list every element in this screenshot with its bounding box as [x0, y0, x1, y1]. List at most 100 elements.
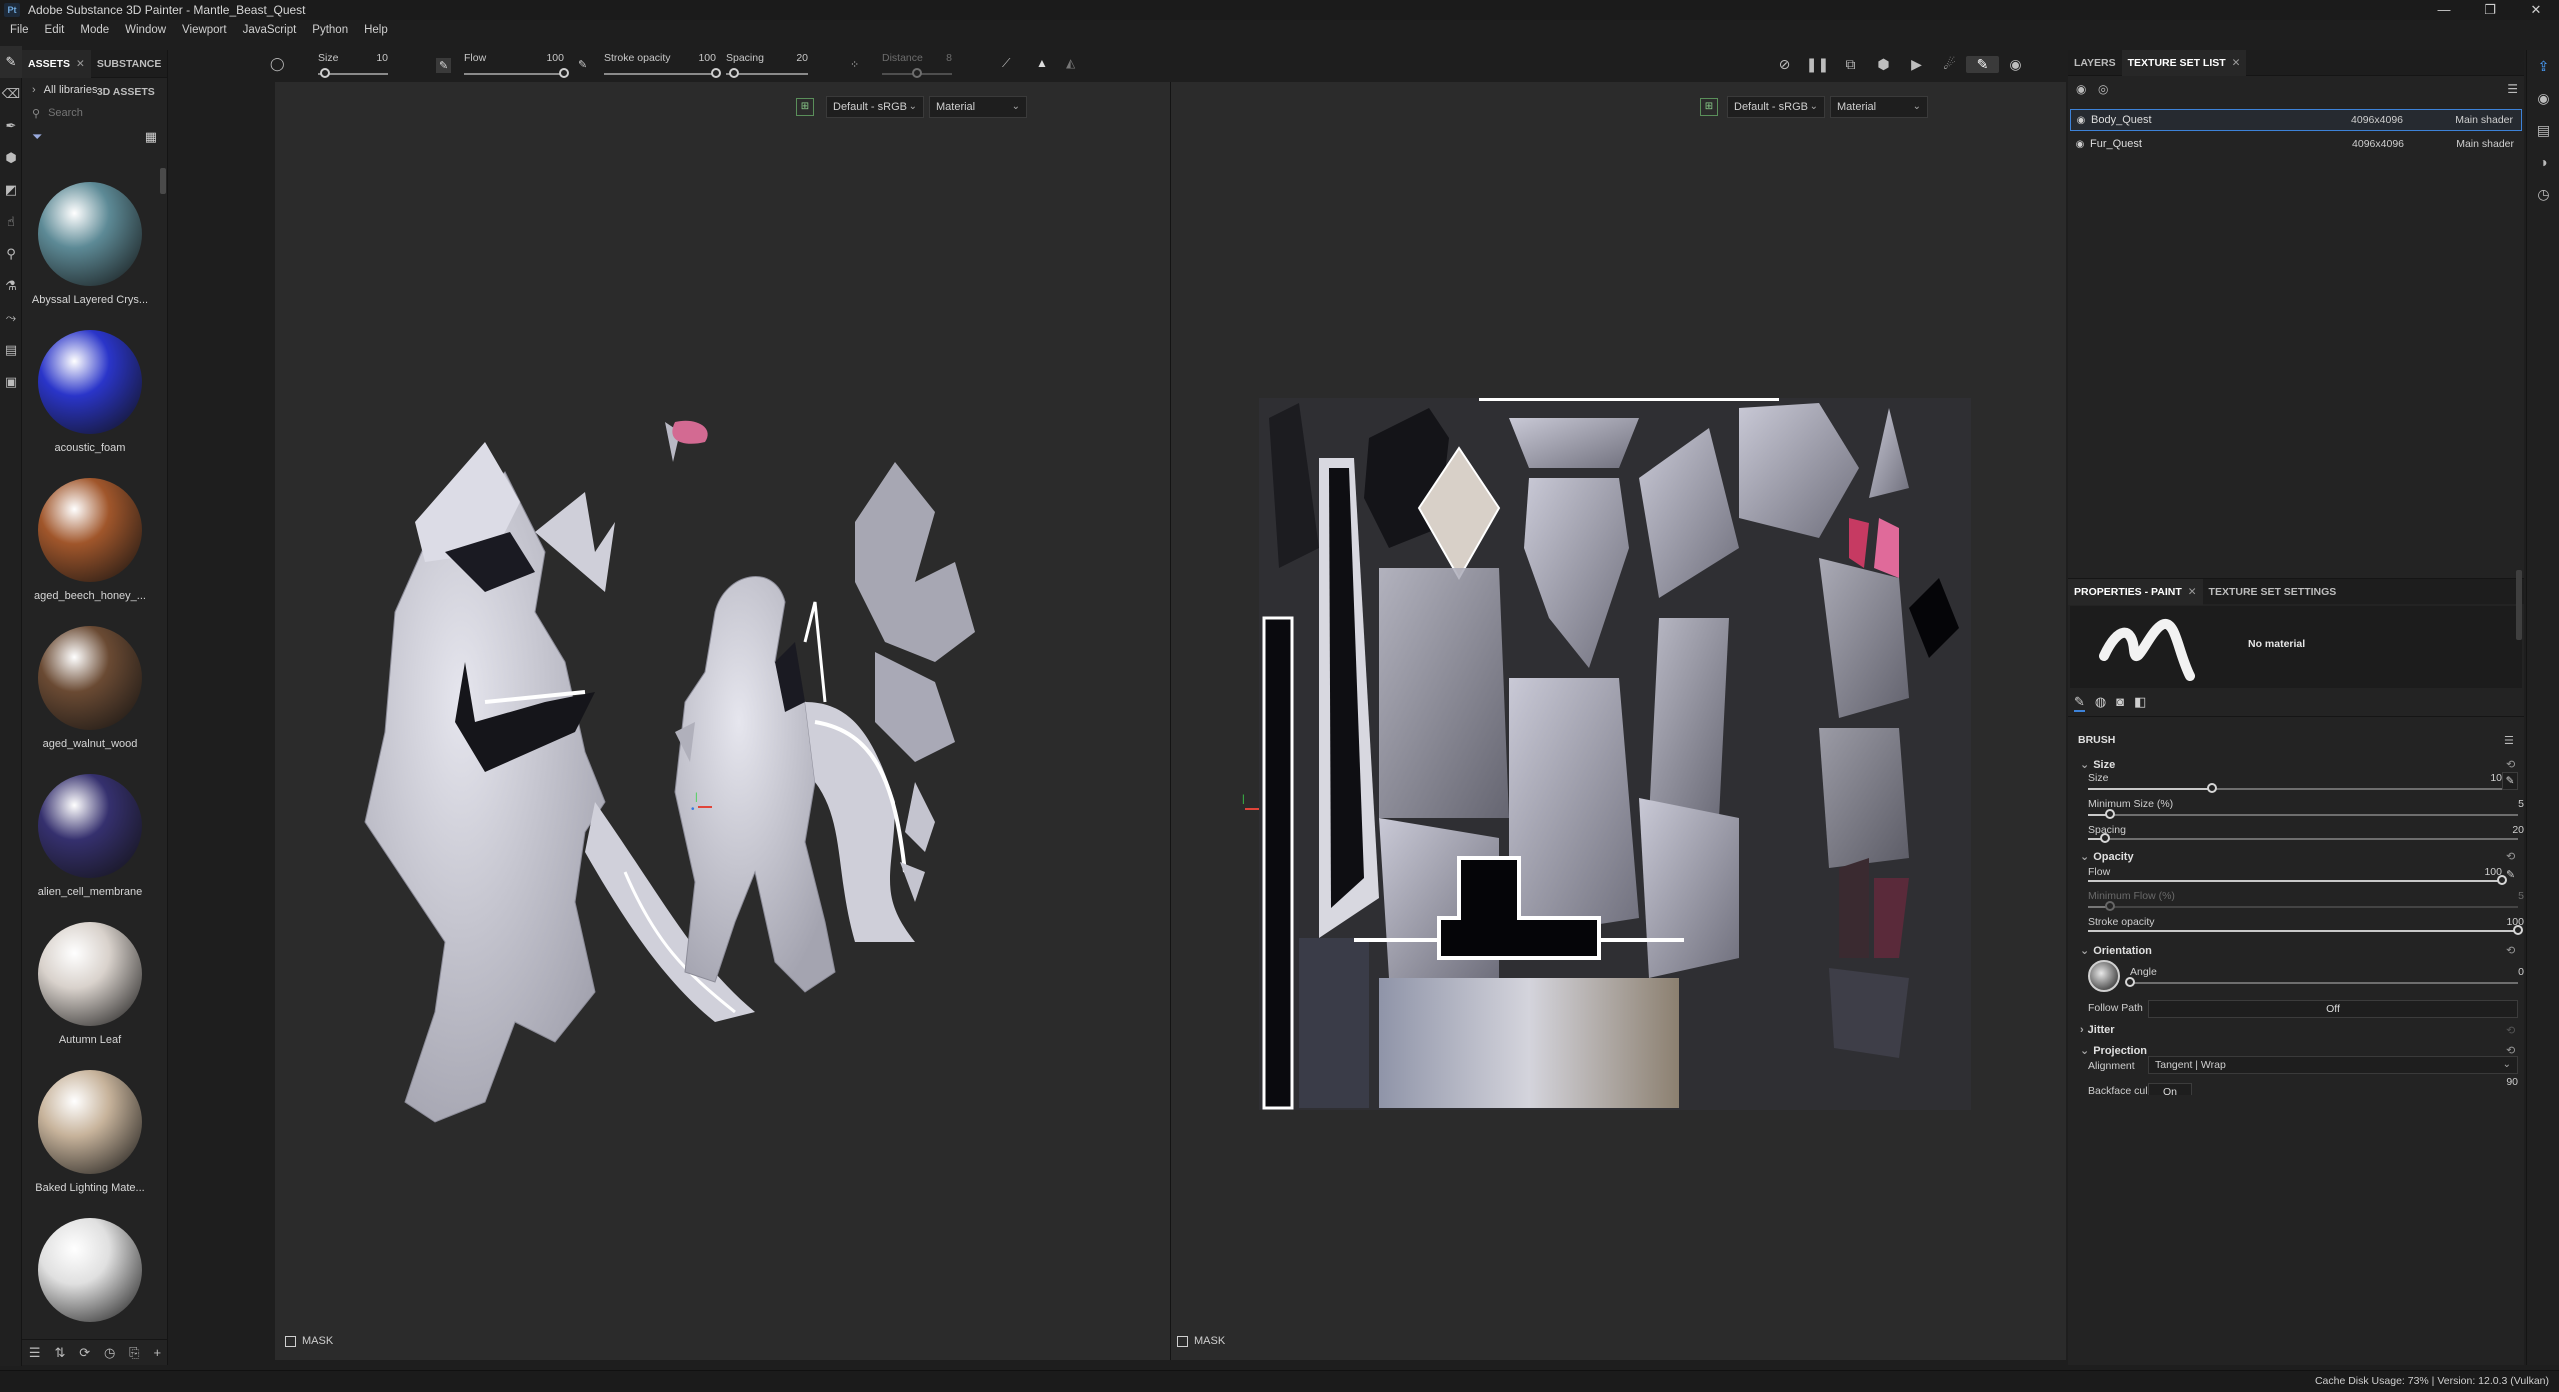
stroke-opacity-prop-knob[interactable]	[2513, 925, 2523, 935]
shader-settings-icon[interactable]: ▤	[2527, 114, 2559, 146]
pen-pressure-size-icon[interactable]: ✎	[2502, 772, 2518, 790]
tab-assets[interactable]: ASSETS ✕	[22, 49, 91, 78]
asset-item[interactable]: aged_walnut_wood	[22, 612, 158, 760]
history-icon[interactable]: ◷	[2527, 178, 2559, 210]
eye-icon[interactable]: ◉	[2070, 139, 2090, 150]
visibility-settings-icon[interactable]: ◉	[2076, 82, 2086, 96]
spacing-slider[interactable]: Spacing 20	[726, 50, 808, 80]
asset-scrollbar[interactable]	[160, 168, 166, 194]
grid-view-icon[interactable]: ▦	[145, 129, 157, 145]
physics-icon[interactable]: ◭	[1066, 56, 1075, 70]
pen-pressure-opacity-icon[interactable]: ✎	[578, 50, 594, 80]
list-settings-icon[interactable]: ☰	[29, 1345, 41, 1361]
jitter-section-title[interactable]: › Jitter	[2080, 1024, 2115, 1036]
viewport-2d[interactable]: ⊞ Default - sRGB ⌄ Material ⌄ | MASK	[1171, 82, 2066, 1360]
tab-texture-set-settings[interactable]: TEXTURE SET SETTINGS	[2203, 579, 2343, 605]
lazy-mouse-icon[interactable]: ⁘	[850, 50, 866, 80]
min-flow-knob[interactable]	[2104, 901, 2115, 911]
size-slider[interactable]: Size 10	[318, 50, 388, 80]
asset-item[interactable]	[22, 1204, 158, 1348]
bake-tool-icon[interactable]: ▣	[0, 366, 22, 398]
mask-checkbox[interactable]	[285, 1335, 296, 1347]
asset-item[interactable]: Autumn Leaf	[22, 908, 158, 1056]
colorspace-icon[interactable]: ⊞	[796, 98, 814, 116]
clone-tool-icon[interactable]: ⚲	[0, 238, 22, 270]
alignment-dropdown[interactable]: Tangent | Wrap ⌄	[2148, 1056, 2518, 1074]
brush-presets-icon[interactable]: ☰	[2504, 734, 2514, 747]
environment-icon[interactable]: ◑	[2527, 146, 2559, 178]
eraser-tool-icon[interactable]: ⌫	[0, 78, 22, 110]
screenshot-icon[interactable]: ◉	[1999, 56, 2032, 73]
reset-icon[interactable]: ⟲	[2506, 850, 2515, 863]
menu-edit[interactable]: Edit	[45, 24, 65, 36]
distance-slider[interactable]: Distance 8	[882, 50, 952, 80]
min-flow-track[interactable]	[2088, 906, 2518, 908]
asset-item[interactable]: acoustic_foam	[22, 316, 158, 464]
tab-substance-3d-assets[interactable]: SUBSTANCE 3D ASSETS	[91, 50, 168, 98]
projection-section-title[interactable]: ⌄ Projection	[2080, 1044, 2147, 1057]
mask-toggle-3d[interactable]: MASK	[285, 1335, 333, 1347]
asset-search-input[interactable]	[48, 107, 149, 119]
size-section-title[interactable]: ⌄ Size	[2080, 758, 2115, 771]
import-icon[interactable]: ⎘	[129, 1345, 139, 1361]
panel-menu-icon[interactable]: ☰	[2507, 82, 2518, 96]
menu-python[interactable]: Python	[312, 24, 348, 36]
properties-scrollbar[interactable]	[2516, 570, 2522, 640]
asset-item[interactable]: Abyssal Layered Crys...	[22, 168, 158, 316]
lighting-icon[interactable]: ☄	[1933, 56, 1966, 73]
stroke-opacity-knob[interactable]	[711, 68, 721, 78]
spacing-prop-track[interactable]	[2088, 838, 2518, 840]
smudge-tool-icon[interactable]: ☝	[0, 206, 22, 238]
polygon-fill-tool-icon[interactable]: ◩	[0, 174, 22, 206]
min-size-knob[interactable]	[2104, 809, 2115, 819]
size-prop-knob[interactable]	[2207, 783, 2218, 793]
eye-icon[interactable]: ◉	[2071, 115, 2091, 126]
close-tab-icon[interactable]: ✕	[2188, 586, 2197, 598]
asset-item[interactable]: alien_cell_membrane	[22, 760, 158, 908]
camera-icon[interactable]: ▶	[1900, 56, 1933, 73]
stroke-opacity-prop-track[interactable]	[2088, 930, 2518, 932]
align-icon[interactable]: ▲	[1036, 56, 1048, 70]
refresh-icon[interactable]: ⟳	[79, 1345, 90, 1361]
measure-tool-icon[interactable]: ▤	[0, 334, 22, 366]
stroke-opacity-slider[interactable]: Stroke opacity 100	[604, 50, 721, 80]
eye-icon[interactable]: ◎	[2098, 82, 2108, 96]
channel-dropdown[interactable]: Material ⌄	[929, 96, 1027, 118]
geometry-fill-tool-icon[interactable]: ⬢	[0, 142, 22, 174]
menu-mode[interactable]: Mode	[80, 24, 109, 36]
flow-slider[interactable]: Flow 100	[464, 50, 569, 80]
brush-mode-icon[interactable]: ✎	[1966, 56, 1999, 73]
colorspace-icon-2d[interactable]: ⊞	[1700, 98, 1718, 116]
add-icon[interactable]: +	[153, 1345, 161, 1360]
angle-knob[interactable]	[2125, 977, 2135, 987]
tab-layers[interactable]: LAYERS	[2068, 50, 2122, 76]
menu-file[interactable]: File	[10, 24, 29, 36]
close-tab-icon[interactable]: ✕	[2232, 57, 2241, 69]
reset-icon[interactable]: ⟲	[2506, 944, 2515, 957]
mask-checkbox-2d[interactable]	[1177, 1335, 1188, 1347]
mask-toggle-2d[interactable]: MASK	[1177, 1335, 1225, 1347]
size-knob[interactable]	[320, 68, 330, 78]
filter-icon[interactable]: ⏷	[32, 129, 42, 145]
colorspace-dropdown-2d[interactable]: Default - sRGB ⌄	[1727, 96, 1825, 118]
backface-culling-toggle[interactable]: On	[2148, 1083, 2192, 1095]
orientation-section-title[interactable]: ⌄ Orientation	[2080, 944, 2152, 957]
display-settings-icon[interactable]: ◉	[2527, 82, 2559, 114]
close-tab-icon[interactable]: ✕	[76, 58, 85, 70]
angle-dial[interactable]	[2088, 960, 2120, 992]
flow-knob[interactable]	[559, 68, 569, 78]
opacity-section-title[interactable]: ⌄ Opacity	[2080, 850, 2134, 863]
colorspace-dropdown[interactable]: Default - sRGB ⌄	[826, 96, 924, 118]
spacing-knob[interactable]	[729, 68, 740, 78]
pen-pressure-flow-icon[interactable]: ✎	[2506, 868, 2515, 881]
asset-item[interactable]: aged_beech_honey_...	[22, 464, 158, 612]
minimize-button[interactable]: —	[2421, 0, 2467, 20]
material-properties-icon[interactable]: ◍	[2095, 694, 2106, 712]
follow-path-toggle[interactable]: Off	[2148, 1000, 2518, 1018]
color-picker-tool-icon[interactable]: ⚗	[0, 270, 22, 302]
projection-tool-icon[interactable]: ✒	[0, 110, 22, 142]
split-view-icon[interactable]: ⧉	[1834, 56, 1867, 73]
viewport-3d[interactable]: ⊞ Default - sRGB ⌄ Material ⌄ | • MASK	[275, 82, 1170, 1360]
sort-icon[interactable]: ⇅	[54, 1345, 65, 1361]
stencil-icon[interactable]: ◙	[2116, 694, 2124, 712]
